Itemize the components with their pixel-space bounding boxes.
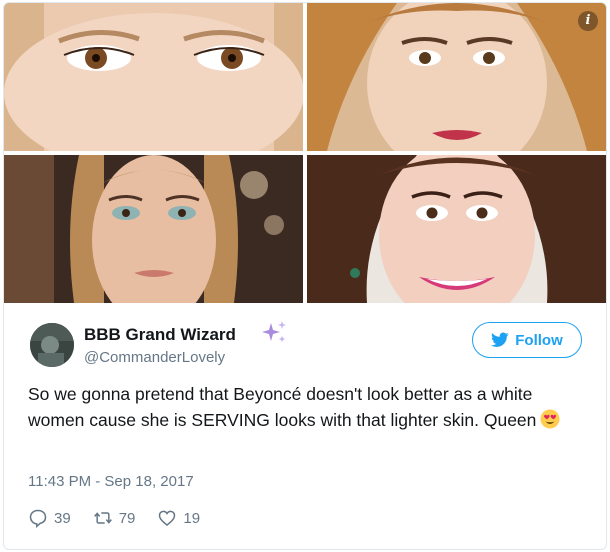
heart-eyes-emoji-icon [540,409,560,429]
heart-icon [159,510,176,527]
reply-icon [29,509,47,528]
tweet-text-content: So we gonna pretend that Beyoncé doesn't… [28,384,537,430]
like-action[interactable]: 19 [157,508,200,528]
user-handle[interactable]: @CommanderLovely [84,349,225,366]
media-grid: i [4,3,606,303]
info-icon[interactable]: i [578,11,598,31]
photo-2[interactable]: i [307,3,606,151]
retweet-count: 79 [118,509,136,527]
avatar[interactable] [30,323,74,367]
follow-button[interactable]: Follow [472,322,582,358]
photo-3[interactable] [4,155,303,303]
display-name[interactable]: BBB Grand Wizard [84,325,236,345]
like-count: 19 [183,509,201,527]
tweet-body: BBB Grand Wizard @CommanderLovely Follow… [4,303,606,549]
tweet-timestamp[interactable]: 11:43 PM - Sep 18, 2017 [28,473,194,490]
tweet-text: So we gonna pretend that Beyoncé doesn't… [28,381,588,433]
tweet-actions: 39 79 19 [28,507,222,529]
photo-1[interactable] [4,3,303,151]
twitter-bird-icon [491,332,509,347]
photo-4[interactable] [307,155,606,303]
retweet-icon [93,512,112,524]
tweet-card: i BBB Grand Wizard @CommanderLovely Foll… [3,2,607,550]
follow-label: Follow [515,331,563,349]
reply-count: 39 [54,509,71,527]
retweet-action[interactable]: 79 [93,508,136,528]
reply-action[interactable]: 39 [28,508,71,528]
sparkle-icon [262,321,286,342]
